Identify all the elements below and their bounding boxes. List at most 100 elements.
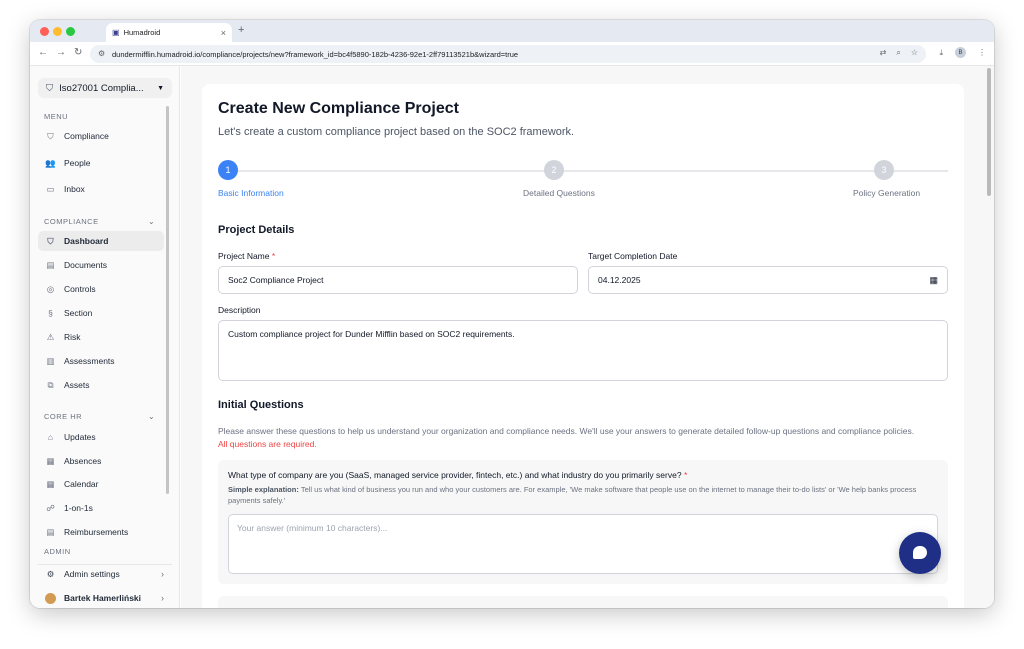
sidebar-item-dashboard[interactable]: ⛉ Dashboard — [38, 231, 164, 251]
forward-icon[interactable]: → — [56, 47, 66, 58]
compliance-section-heading[interactable]: COMPLIANCE ⌄ — [44, 217, 155, 226]
intro-body: Please answer these questions to help us… — [218, 426, 915, 436]
main-content: Create New Compliance Project Let's crea… — [181, 66, 994, 608]
sidebar-item-risk[interactable]: ⚠ Risk — [38, 327, 164, 347]
step-3[interactable]: 3 — [874, 160, 894, 180]
user-name: Bartek Hamerliński — [64, 593, 142, 603]
url-field[interactable]: ⚙ dundermifflin.humadroid.io/compliance/… — [90, 45, 926, 63]
sidebar-item-inbox[interactable]: ▭ Inbox — [38, 179, 164, 199]
sidebar-item-assets[interactable]: ⧉ Assets — [38, 375, 164, 395]
question-2-box — [218, 596, 948, 608]
favicon-icon: ▣ — [112, 28, 120, 37]
sidebar-scrollbar[interactable] — [166, 106, 169, 494]
sidebar-item-label: Admin settings — [64, 569, 120, 579]
sidebar-item-label: People — [64, 158, 91, 168]
close-window-button[interactable] — [40, 27, 49, 36]
controls-icon: ◎ — [46, 283, 55, 294]
documents-icon: ▤ — [46, 259, 55, 270]
corehr-section-heading[interactable]: CORE HR ⌄ — [44, 412, 155, 421]
sidebar-item-1on1s[interactable]: ☍ 1-on-1s — [38, 498, 164, 518]
sidebar-item-controls[interactable]: ◎ Controls — [38, 279, 164, 299]
org-name: Iso27001 Complia... — [59, 82, 144, 94]
home-icon: ⌂ — [47, 432, 54, 442]
reload-icon[interactable]: ↻ — [74, 47, 82, 58]
project-card: Create New Compliance Project Let's crea… — [202, 84, 964, 608]
shield-icon: ⛉ — [47, 235, 54, 246]
zoom-icon[interactable]: ⌕ — [896, 48, 900, 58]
question-1-answer-textarea[interactable]: Your answer (minimum 10 characters)... — [228, 514, 938, 574]
warning-icon: ⚠ — [46, 331, 55, 342]
sidebar-item-people[interactable]: 👥 People — [38, 153, 164, 173]
inbox-icon: ▭ — [46, 183, 55, 194]
sidebar-item-label: Updates — [64, 432, 96, 442]
org-switcher[interactable]: ⛉ Iso27001 Complia... ▼ — [38, 78, 172, 98]
project-name-label: Project Name * — [218, 251, 275, 261]
description-label: Description — [218, 305, 261, 315]
project-name-input[interactable]: Soc2 Compliance Project — [218, 266, 578, 294]
browser-menu-icon[interactable]: ⋮ — [978, 48, 986, 57]
profile-avatar[interactable]: B — [955, 47, 966, 58]
sidebar-item-section[interactable]: § Section — [38, 303, 164, 323]
back-icon[interactable]: ← — [38, 47, 48, 58]
question-1-box: What type of company are you (SaaS, mana… — [218, 460, 948, 584]
bookmark-star-icon[interactable]: ☆ — [911, 48, 918, 58]
download-icon[interactable]: ⤓ — [939, 48, 943, 58]
site-settings-icon[interactable]: ⚙ — [98, 49, 105, 58]
sidebar-item-label: Documents — [64, 260, 107, 270]
explanation-label: Simple explanation: — [228, 485, 299, 494]
sidebar-item-label: Reimbursements — [64, 527, 129, 537]
sidebar-item-absences[interactable]: ▦ Absences — [38, 451, 164, 471]
sidebar-item-reimbursements[interactable]: ▤ Reimbursements — [38, 522, 164, 542]
calendar-icon: ▦ — [46, 478, 55, 489]
calendar-icon[interactable]: ▦ — [929, 275, 938, 286]
new-tab-button[interactable]: + — [238, 24, 244, 36]
sidebar-item-label: Controls — [64, 284, 96, 294]
sidebar-item-label: Risk — [64, 332, 81, 342]
target-date-input[interactable]: 04.12.2025 ▦ — [588, 266, 948, 294]
step-1-label: Basic Information — [218, 188, 284, 198]
sidebar: ⛉ Iso27001 Complia... ▼ MENU ⛉ Complianc… — [30, 66, 180, 608]
close-tab-icon[interactable]: × — [221, 28, 226, 38]
explanation-text: Tell us what kind of business you run an… — [228, 485, 917, 505]
section-heading-text: COMPLIANCE — [44, 217, 99, 226]
clipboard-icon: ▥ — [46, 355, 55, 366]
admin-settings-item[interactable]: ⚙ Admin settings › — [38, 564, 164, 584]
minimize-window-button[interactable] — [53, 27, 62, 36]
translate-icon[interactable]: ⇄ — [880, 48, 887, 58]
sidebar-item-assessments[interactable]: ▥ Assessments — [38, 351, 164, 371]
section-icon: § — [48, 308, 53, 318]
required-mark: * — [683, 470, 688, 480]
question-text: What type of company are you (SaaS, mana… — [228, 470, 682, 480]
browser-window: ▣ Humadroid × + ← → ↻ ⚙ dundermifflin.hu… — [30, 20, 994, 608]
project-details-heading: Project Details — [218, 224, 295, 236]
intro-text: Please answer these questions to help us… — [218, 425, 918, 451]
shield-icon: ⛉ — [46, 82, 54, 94]
label-text: Project Name — [218, 251, 270, 261]
browser-tab[interactable]: ▣ Humadroid × — [106, 23, 232, 42]
step-1[interactable]: 1 — [218, 160, 238, 180]
menu-heading: MENU — [44, 112, 69, 121]
sidebar-item-label: Section — [64, 308, 93, 318]
user-menu-item[interactable]: Bartek Hamerliński › — [38, 588, 164, 608]
sidebar-item-calendar[interactable]: ▦ Calendar — [38, 474, 164, 494]
description-textarea[interactable]: Custom compliance project for Dunder Mif… — [218, 320, 948, 381]
sidebar-item-label: 1-on-1s — [64, 503, 93, 513]
sidebar-item-label: Assessments — [64, 356, 115, 366]
required-note: All questions are required. — [218, 439, 317, 449]
page-scrollbar[interactable] — [987, 68, 991, 196]
receipt-icon: ▤ — [46, 526, 55, 537]
admin-heading: ADMIN — [44, 547, 71, 556]
sidebar-item-compliance[interactable]: ⛉ Compliance — [38, 126, 164, 146]
url-text: dundermifflin.humadroid.io/compliance/pr… — [112, 49, 519, 59]
sidebar-item-label: Inbox — [64, 184, 85, 194]
step-2[interactable]: 2 — [544, 160, 564, 180]
sidebar-item-updates[interactable]: ⌂ Updates — [38, 427, 164, 447]
sidebar-item-documents[interactable]: ▤ Documents — [38, 255, 164, 275]
step-2-label: Detailed Questions — [523, 188, 595, 198]
chat-widget-button[interactable] — [899, 532, 941, 574]
people-icon: 👥 — [45, 157, 56, 168]
gear-icon: ⚙ — [46, 568, 55, 579]
maximize-window-button[interactable] — [66, 27, 75, 36]
shield-icon: ⛉ — [47, 130, 54, 141]
chat-bubble-icon — [913, 546, 927, 559]
